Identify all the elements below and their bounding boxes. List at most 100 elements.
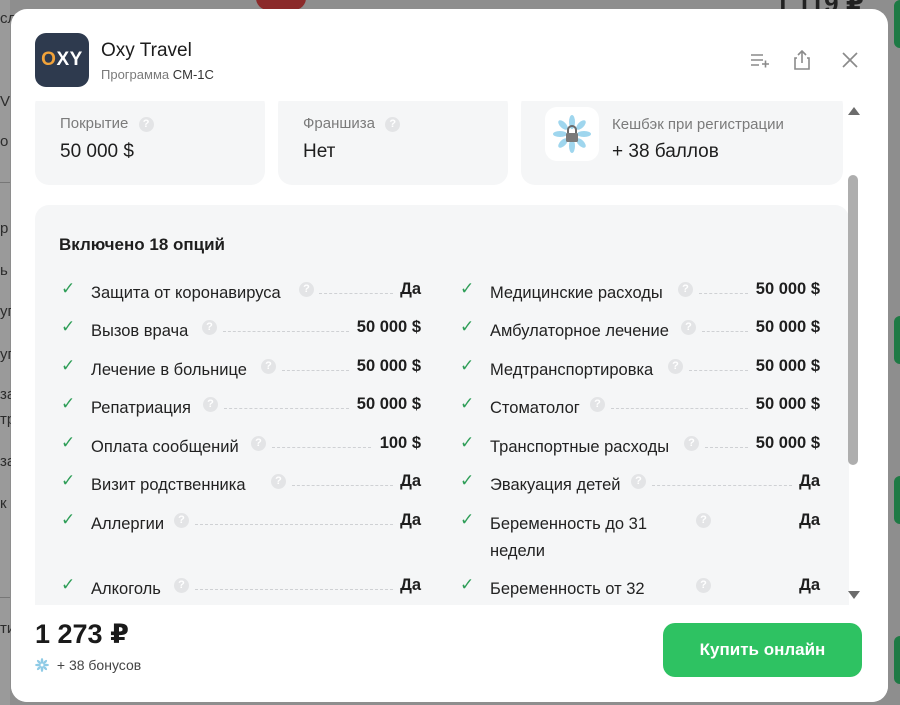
help-icon[interactable]: ? <box>174 513 189 528</box>
background-text: р <box>0 220 9 237</box>
background-text: о <box>0 133 9 150</box>
scrollbar-thumb[interactable] <box>848 175 858 465</box>
option-name: Аллергии <box>91 515 165 533</box>
option-name: Оплата сообщений <box>91 438 239 456</box>
option-name: Лечение в больнице <box>91 361 247 379</box>
help-icon[interactable]: ? <box>684 436 699 451</box>
share-icon[interactable] <box>791 49 813 71</box>
franchise-label: Франшиза ? <box>303 115 401 132</box>
option-value: Да <box>799 511 820 529</box>
option-value: Да <box>799 472 820 490</box>
dotted-leader <box>705 447 748 448</box>
bonus-icon <box>35 658 49 672</box>
option-item: ✓ Аллергии ? Да <box>61 510 421 540</box>
coverage-value: 50 000 $ <box>60 141 134 162</box>
background-buy-button <box>894 636 900 684</box>
option-item: ✓ Беременность до 31 недели ? Да <box>460 510 820 566</box>
option-name: Стоматолог <box>490 399 580 417</box>
option-value: 50 000 $ <box>356 318 421 336</box>
background-text: ь <box>0 262 8 279</box>
options-title: Включено 18 опций <box>59 235 225 254</box>
dotted-leader <box>699 293 748 294</box>
help-icon[interactable]: ? <box>271 474 286 489</box>
option-name: Медтранспортировка <box>490 361 654 379</box>
logo-text: OXY <box>41 49 83 70</box>
check-icon: ✓ <box>61 575 76 594</box>
background-text: к <box>0 495 7 512</box>
help-icon[interactable]: ? <box>590 397 605 412</box>
option-name: Репатриация <box>91 399 191 417</box>
help-icon[interactable]: ? <box>138 116 154 132</box>
background-buy-button <box>894 476 900 524</box>
company-logo: OXY <box>35 33 89 87</box>
option-item: ✓ Стоматолог ? 50 000 $ <box>460 394 820 424</box>
check-icon: ✓ <box>460 279 475 298</box>
help-icon[interactable]: ? <box>696 578 711 593</box>
close-icon[interactable] <box>839 49 861 71</box>
scroll-up-arrow-icon[interactable] <box>848 107 860 115</box>
dotted-leader <box>195 589 393 590</box>
option-value: 50 000 $ <box>356 357 421 375</box>
option-item: ✓ Медтранспортировка ? 50 000 $ <box>460 356 820 386</box>
franchise-value: Нет <box>303 141 336 162</box>
option-value: Да <box>400 576 421 594</box>
program-value: CM-1C <box>172 67 214 82</box>
franchise-label-text: Франшиза <box>303 115 376 132</box>
product-modal: OXY Oxy Travel Программа CM-1C Покрытие … <box>11 9 888 702</box>
cashback-value: + 38 баллов <box>612 141 719 162</box>
option-value: Да <box>400 511 421 529</box>
help-icon[interactable]: ? <box>631 474 646 489</box>
option-value: 50 000 $ <box>755 395 820 413</box>
scroll-down-arrow-icon[interactable] <box>848 591 860 599</box>
help-icon[interactable]: ? <box>203 397 218 412</box>
cashback-card: Кешбэк при регистрации + 38 баллов <box>521 101 843 185</box>
help-icon[interactable]: ? <box>202 320 217 335</box>
option-item: ✓ Беременность от 32 недели ? Да <box>460 575 820 605</box>
dotted-leader <box>611 408 748 409</box>
modal-scroll-content[interactable]: Покрытие ? 50 000 $ Франшиза ? Нет Кешбэ… <box>11 101 888 605</box>
check-icon: ✓ <box>460 433 475 452</box>
dotted-leader <box>689 370 748 371</box>
help-icon[interactable]: ? <box>261 359 276 374</box>
price: 1 273 ₽ <box>35 619 129 649</box>
dotted-leader <box>319 293 393 294</box>
option-name: Амбулаторное лечение <box>490 322 669 340</box>
check-icon: ✓ <box>460 317 475 336</box>
help-icon[interactable]: ? <box>668 359 683 374</box>
help-icon[interactable]: ? <box>678 282 693 297</box>
help-icon[interactable]: ? <box>681 320 696 335</box>
help-icon[interactable]: ? <box>299 282 314 297</box>
check-icon: ✓ <box>61 394 76 413</box>
option-name: Вызов врача <box>91 322 189 340</box>
option-item: ✓ Амбулаторное лечение ? 50 000 $ <box>460 317 820 347</box>
included-options-panel: Включено 18 опций ✓ Защита от коронавиру… <box>35 205 849 605</box>
modal-header: OXY Oxy Travel Программа CM-1C <box>11 9 888 101</box>
modal-footer: 1 273 ₽ + 38 бонусов Купить онлайн <box>11 605 888 702</box>
option-name: Визит родственника <box>91 476 246 494</box>
option-item: ✓ Вызов врача ? 50 000 $ <box>61 317 421 347</box>
bonus-text: + 38 бонусов <box>56 657 142 673</box>
option-value: 100 $ <box>379 434 421 452</box>
scrollbar[interactable] <box>845 105 861 603</box>
option-item: ✓ Оплата сообщений ? 100 $ <box>61 433 421 463</box>
coverage-card: Покрытие ? 50 000 $ <box>35 101 265 185</box>
cashback-label: Кешбэк при регистрации <box>612 116 784 133</box>
dotted-leader <box>272 447 371 448</box>
option-name: Беременность до 31 недели <box>490 515 648 560</box>
check-icon: ✓ <box>460 575 475 594</box>
check-icon: ✓ <box>61 433 76 452</box>
help-icon[interactable]: ? <box>174 578 189 593</box>
help-icon[interactable]: ? <box>696 513 711 528</box>
option-name: Алкоголь <box>91 580 161 598</box>
check-icon: ✓ <box>61 510 76 529</box>
buy-online-button[interactable]: Купить онлайн <box>663 623 862 677</box>
help-icon[interactable]: ? <box>385 116 401 132</box>
program-subtitle: Программа CM-1C <box>101 67 214 82</box>
add-to-compare-icon[interactable] <box>749 49 771 71</box>
check-icon: ✓ <box>460 471 475 490</box>
dotted-leader <box>223 331 349 332</box>
dotted-leader <box>282 370 349 371</box>
help-icon[interactable]: ? <box>251 436 266 451</box>
background-divider <box>0 597 10 598</box>
option-item: ✓ Транспортные расходы ? 50 000 $ <box>460 433 820 463</box>
